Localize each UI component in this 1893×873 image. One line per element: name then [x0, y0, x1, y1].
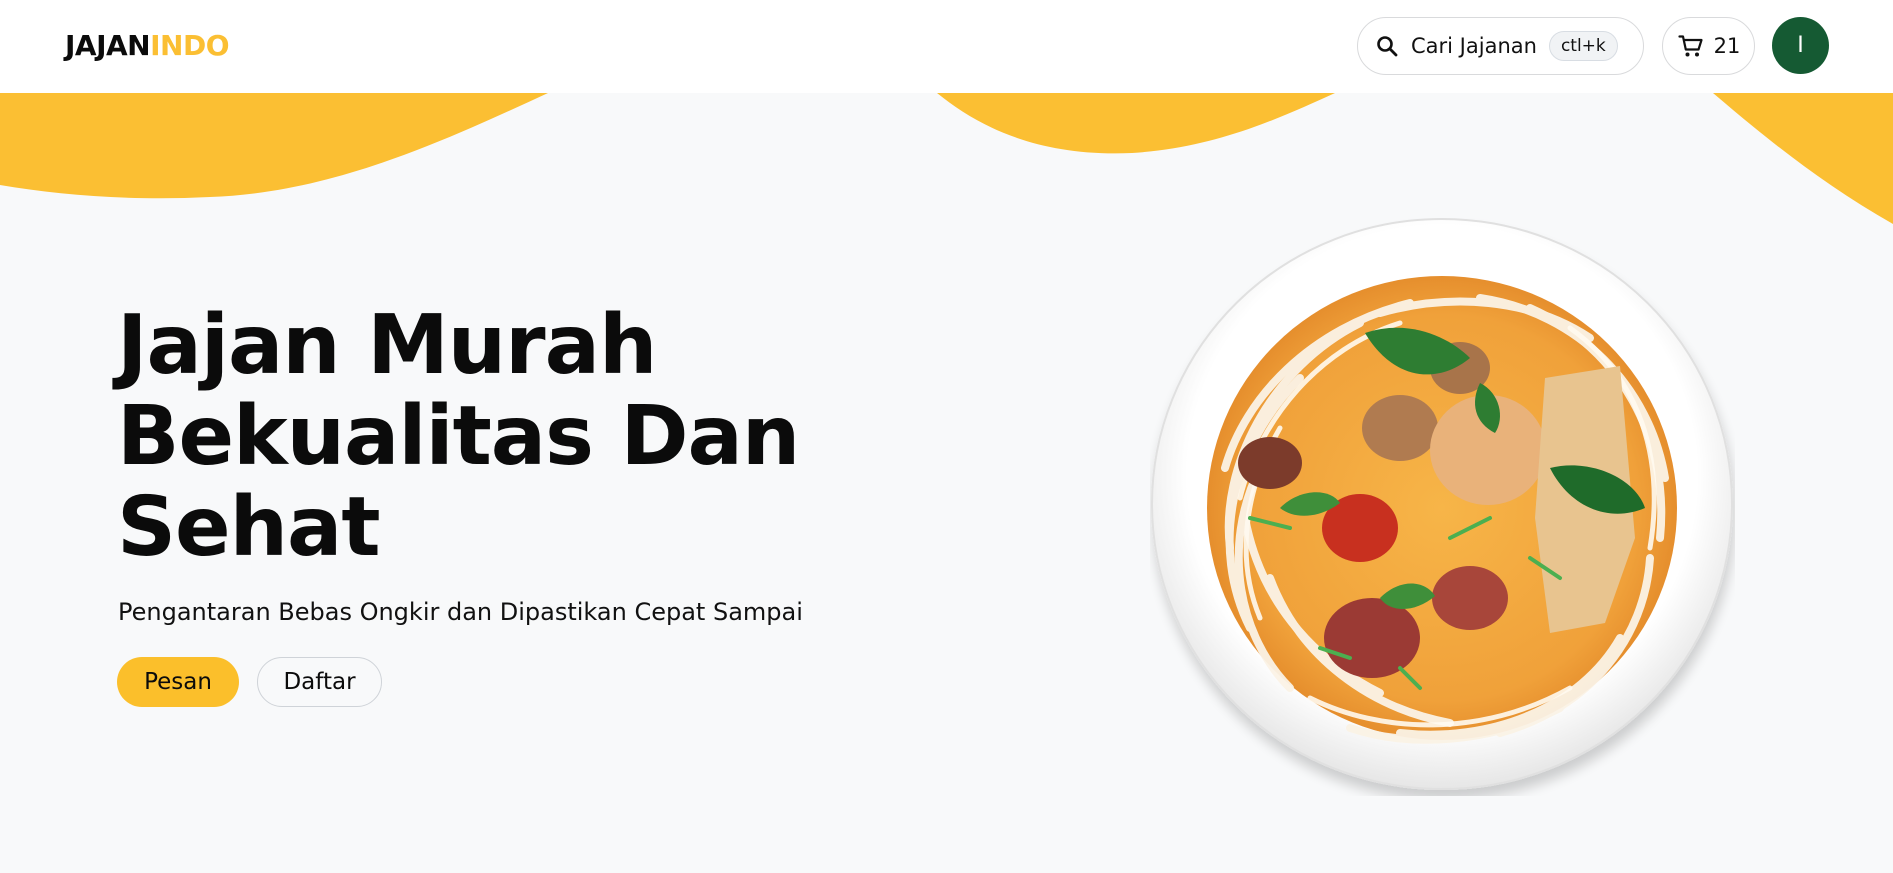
user-avatar[interactable]: I — [1772, 17, 1829, 74]
order-button[interactable]: Pesan — [117, 657, 239, 707]
search-shortcut-badge: ctl+k — [1548, 31, 1618, 61]
hero-title-line-3: Sehat — [117, 480, 381, 575]
search-label: Cari Jajanan — [1411, 34, 1537, 58]
hero-subtitle: Pengantaran Bebas Ongkir dan Dipastikan … — [118, 598, 803, 626]
logo-text-yellow: INDO — [150, 29, 230, 62]
search-button[interactable]: Cari Jajanan ctl+k — [1357, 17, 1644, 75]
register-button[interactable]: Daftar — [257, 657, 382, 707]
top-navbar: JAJANINDO Cari Jajanan ctl+k 21 I — [0, 0, 1893, 93]
avatar-initial: I — [1797, 33, 1804, 58]
search-icon — [1375, 34, 1399, 58]
cart-count: 21 — [1713, 34, 1741, 58]
cart-icon — [1677, 32, 1705, 60]
brand-logo[interactable]: JAJANINDO — [65, 28, 230, 64]
noodle-bowl-image — [1151, 218, 1733, 790]
hero-title-line-1: Jajan Murah — [117, 298, 657, 393]
cart-button[interactable]: 21 — [1662, 17, 1755, 75]
hero-title-line-2: Bekualitas Dan — [117, 389, 800, 484]
hero-title: Jajan Murah Bekualitas Dan Sehat — [117, 300, 937, 573]
logo-text-dark: JAJAN — [65, 29, 151, 62]
